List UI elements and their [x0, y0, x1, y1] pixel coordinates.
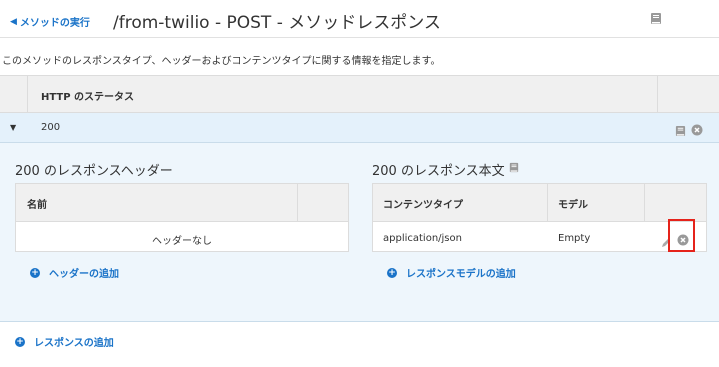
- back-link-label: メソッドの実行: [19, 18, 90, 29]
- highlight-annotation-box: [668, 219, 695, 252]
- http-status-column-header: HTTP のステータス: [41, 92, 135, 103]
- status-detail-panel: 200 のレスポンスヘッダー 200 のレスポンス本文 名前 ヘッダーなし コン…: [0, 143, 719, 322]
- response-headers-table: 名前 ヘッダーなし: [15, 183, 349, 252]
- response-body-title-wrap: 200 のレスポンス本文: [372, 160, 519, 179]
- book-icon[interactable]: [650, 10, 662, 29]
- table-header: コンテンツタイプ モデル: [373, 184, 706, 222]
- content-type-value: application/json: [383, 233, 462, 244]
- remove-status-icon[interactable]: [691, 121, 703, 140]
- back-to-method-execution-link[interactable]: ◀ メソッドの実行: [10, 14, 90, 30]
- plus-circle-icon: +: [30, 267, 40, 278]
- no-headers-text: ヘッダーなし: [152, 236, 212, 247]
- book-icon[interactable]: [675, 122, 686, 141]
- response-body-title: 200 のレスポンス本文: [372, 164, 505, 179]
- page-description: このメソッドのレスポンスタイプ、ヘッダーおよびコンテンツタイプに関する情報を指定…: [2, 56, 441, 67]
- add-header-link[interactable]: + ヘッダーの追加: [30, 265, 119, 280]
- page-header: ◀ メソッドの実行 /from-twilio - POST - メソッドレスポン…: [0, 0, 719, 38]
- model-value: Empty: [558, 233, 591, 244]
- caret-down-icon[interactable]: ▼: [10, 123, 16, 132]
- response-headers-title: 200 のレスポンスヘッダー: [15, 164, 173, 179]
- add-response-model-label: レスポンスモデルの追加: [406, 269, 516, 280]
- plus-circle-icon: +: [15, 336, 25, 347]
- page-title: /from-twilio - POST - メソッドレスポンス: [113, 13, 441, 33]
- add-response-model-link[interactable]: + レスポンスモデルの追加: [387, 265, 516, 280]
- add-response-label: レスポンスの追加: [34, 338, 114, 349]
- response-body-table: コンテンツタイプ モデル application/json Empty: [372, 183, 707, 252]
- name-column-header: 名前: [27, 200, 47, 211]
- content-type-column-header: コンテンツタイプ: [383, 200, 463, 211]
- status-code: 200: [41, 122, 61, 133]
- arrow-left-icon: ◀: [10, 16, 17, 27]
- book-icon[interactable]: [509, 162, 519, 177]
- model-column-header: モデル: [558, 200, 588, 211]
- add-header-label: ヘッダーの追加: [49, 269, 119, 280]
- add-response-link[interactable]: + レスポンスの追加: [15, 334, 114, 349]
- plus-circle-icon: +: [387, 267, 397, 278]
- status-row[interactable]: ▼ 200: [0, 113, 719, 143]
- table-header: 名前: [16, 184, 348, 222]
- status-table-header: HTTP のステータス: [0, 75, 719, 113]
